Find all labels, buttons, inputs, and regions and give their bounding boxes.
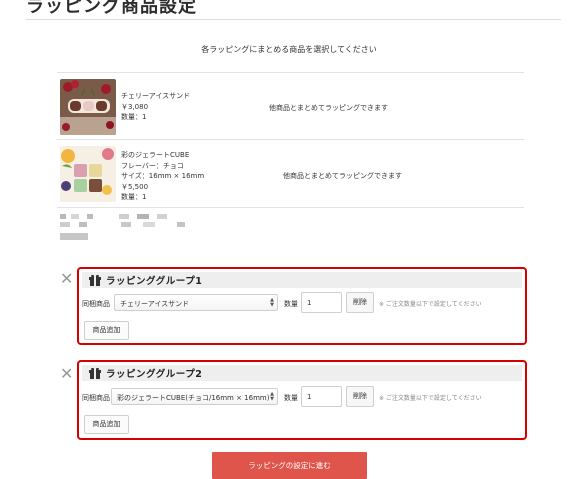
gift-icon	[89, 367, 101, 379]
bundled-product-label: 同梱商品	[82, 394, 110, 402]
group-header: ラッピンググループ1	[82, 272, 522, 288]
quantity-input[interactable]: 1	[301, 292, 342, 313]
group-item-row: 同梱商品 彩のジェラートCUBE(チョコ/16mm × 16mm) ▲ ▼ 数量 …	[79, 386, 525, 407]
selected-product: チェリーアイスサンド	[120, 300, 190, 308]
product-image	[60, 146, 116, 202]
group-header: ラッピンググループ2	[82, 365, 522, 381]
quantity-hint: ※ ご注文数量以下で設定してください	[379, 301, 482, 308]
delete-button[interactable]: 削除	[346, 386, 374, 407]
remove-group-1-icon[interactable]: ✕	[60, 271, 73, 287]
instruction-text: 各ラッピングにまとめる商品を選択してください	[201, 45, 377, 54]
quantity-label: 数量	[284, 394, 298, 402]
product-info: チェリーアイスサンド ￥3,080 数量：1	[121, 91, 190, 123]
bundled-product-select[interactable]: チェリーアイスサンド ▲ ▼	[114, 294, 278, 311]
add-product-button[interactable]: 商品追加	[84, 415, 129, 434]
product-price: ￥5,500	[121, 182, 149, 191]
bundled-product-select[interactable]: 彩のジェラートCUBE(チョコ/16mm × 16mm) ▲ ▼	[111, 388, 278, 405]
delete-button[interactable]: 削除	[346, 292, 374, 313]
wrapping-note: 他商品とまとめてラッピングできます	[269, 104, 388, 112]
select-arrows-icon: ▲ ▼	[270, 391, 274, 402]
redacted-product-item	[57, 207, 524, 248]
gift-icon	[89, 274, 101, 286]
quantity-hint: ※ ご注文数量以下で設定してください	[379, 395, 482, 402]
quantity-input[interactable]: 1	[301, 386, 342, 407]
wrapping-group-1: ラッピンググループ1 同梱商品 チェリーアイスサンド ▲ ▼ 数量 1 削除 ※ …	[77, 267, 527, 345]
proceed-to-wrapping-button[interactable]: ラッピングの設定に進む	[212, 452, 367, 479]
group-item-row: 同梱商品 チェリーアイスサンド ▲ ▼ 数量 1 削除 ※ ご注文数量以下で設定し…	[79, 292, 525, 313]
product-quantity: 数量：1	[121, 113, 147, 121]
product-info: 彩のジェラートCUBE フレーバー：チョコ サイズ：16mm × 16mm ￥5…	[121, 150, 204, 203]
product-item-cherry: チェリーアイスサンド ￥3,080 数量：1 他商品とまとめてラッピングできます	[57, 72, 524, 138]
product-size: サイズ：16mm × 16mm	[121, 172, 205, 180]
bundled-product-label: 同梱商品	[82, 300, 110, 308]
product-price: ￥3,080	[121, 102, 149, 111]
selected-product: 彩のジェラートCUBE(チョコ/16mm × 16mm)	[117, 394, 270, 402]
wrapping-group-2: ラッピンググループ2 同梱商品 彩のジェラートCUBE(チョコ/16mm × 1…	[77, 360, 527, 440]
group-title: ラッピンググループ1	[106, 276, 203, 287]
quantity-label: 数量	[284, 300, 298, 308]
wrapping-note: 他商品とまとめてラッピングできます	[283, 172, 402, 180]
product-quantity: 数量：1	[121, 193, 147, 201]
select-arrows-icon: ▲ ▼	[270, 297, 274, 308]
product-item-gelato: 彩のジェラートCUBE フレーバー：チョコ サイズ：16mm × 16mm ￥5…	[57, 139, 524, 207]
group-title: ラッピンググループ2	[106, 369, 203, 380]
title-divider	[26, 19, 561, 20]
product-flavor: フレーバー：チョコ	[121, 161, 184, 170]
product-image	[60, 79, 116, 135]
product-name: チェリーアイスサンド	[121, 92, 191, 100]
page-title: ラッピング商品設定	[26, 0, 197, 17]
product-name: 彩のジェラートCUBE	[121, 151, 190, 159]
remove-group-2-icon[interactable]: ✕	[60, 366, 73, 382]
add-product-button[interactable]: 商品追加	[84, 321, 129, 340]
